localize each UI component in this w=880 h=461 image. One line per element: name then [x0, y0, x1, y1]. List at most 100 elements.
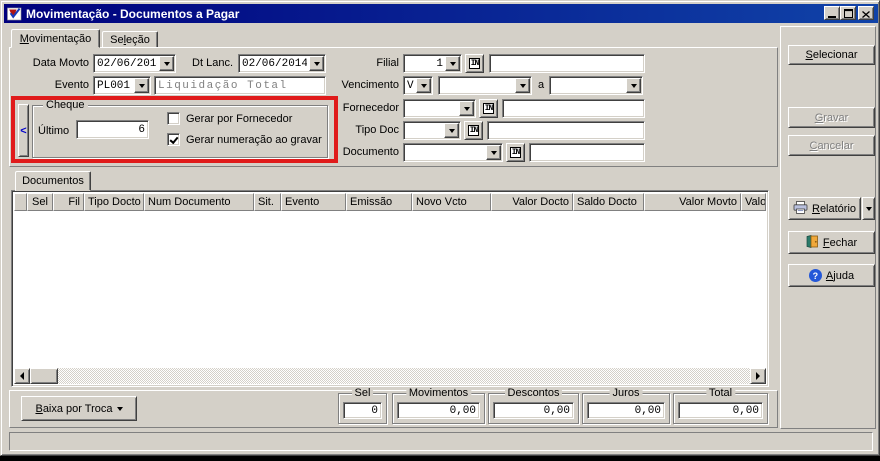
- vencimento-de-field[interactable]: [438, 76, 532, 95]
- title-bar[interactable]: Movimentação - Documentos a Pagar: [4, 4, 878, 23]
- dt-lanc-field[interactable]: [238, 54, 326, 73]
- grid-horizontal-scrollbar[interactable]: [14, 368, 766, 384]
- dt-lanc-dropdown-button[interactable]: [309, 56, 324, 71]
- maximize-button[interactable]: [840, 6, 856, 20]
- selecionar-button[interactable]: Selecionar: [788, 45, 875, 65]
- relatorio-button[interactable]: Relatório: [788, 197, 861, 220]
- vencimento-tipo-combo[interactable]: [403, 76, 433, 95]
- grid-col-sel[interactable]: Sel: [27, 193, 53, 211]
- relatorio-label: Relatório: [812, 203, 856, 215]
- documento-description-field[interactable]: [529, 143, 645, 162]
- lookup-icon: IN: [468, 125, 480, 136]
- grid-col-num-documento[interactable]: Num Documento: [144, 193, 254, 211]
- gerar-numeracao-checkbox[interactable]: [167, 133, 180, 146]
- documento-dropdown-button[interactable]: [486, 145, 501, 160]
- tipo-doc-combo[interactable]: [403, 121, 461, 140]
- filial-lookup-button[interactable]: IN: [465, 54, 484, 73]
- lookup-icon: IN: [483, 103, 495, 114]
- gravar-button[interactable]: Gravar: [788, 107, 875, 128]
- filial-dropdown-button[interactable]: [445, 56, 460, 71]
- data-movto-label: Data Movto: [19, 57, 89, 69]
- grid-col-novo-vcto[interactable]: Novo Vcto: [412, 193, 491, 211]
- scroll-right-button[interactable]: [750, 368, 766, 384]
- grid-col-sit[interactable]: Sit.: [254, 193, 281, 211]
- documento-combo[interactable]: [403, 143, 503, 162]
- grid-col-valor-movto[interactable]: Valor Movto: [644, 193, 741, 211]
- grid-col-evento[interactable]: Evento: [281, 193, 346, 211]
- lookup-icon: IN: [510, 147, 522, 158]
- relatorio-dropdown-button[interactable]: [862, 197, 875, 220]
- gerar-por-fornecedor-checkbox[interactable]: [167, 112, 180, 125]
- summary-total-value: 0,00: [678, 402, 763, 419]
- grid-col-tipo-docto[interactable]: Tipo Docto: [84, 193, 144, 211]
- maximize-icon: [844, 6, 853, 21]
- dt-lanc-label: Dt Lanc.: [179, 57, 233, 69]
- fechar-label: Fechar: [823, 237, 857, 249]
- summary-movimentos-value: 0,00: [397, 402, 480, 419]
- filial-description-field[interactable]: [489, 54, 645, 73]
- chevron-down-icon: [450, 62, 456, 66]
- vencimento-ate-dropdown-button[interactable]: [626, 78, 641, 93]
- app-icon[interactable]: [7, 7, 22, 21]
- baixa-por-troca-button[interactable]: Baixa por Troca: [21, 396, 137, 421]
- summary-total-group: Total 0,00: [673, 393, 768, 424]
- fornecedor-dropdown-button[interactable]: [459, 101, 474, 116]
- chevron-down-icon: [449, 129, 455, 133]
- chevron-down-icon: [520, 84, 526, 88]
- data-movto-field[interactable]: [93, 54, 176, 73]
- tab-selecao-label: Seleção: [110, 34, 150, 46]
- grid-col-saldo-docto[interactable]: Saldo Docto: [573, 193, 644, 211]
- chevron-down-icon: [164, 62, 170, 66]
- lookup-icon: IN: [469, 58, 481, 69]
- ultimo-cheque-field[interactable]: [76, 120, 149, 139]
- vencimento-label: Vencimento: [334, 79, 399, 91]
- data-movto-dropdown-button[interactable]: [159, 56, 174, 71]
- tab-movimentacao[interactable]: Movimentação: [11, 29, 100, 48]
- app-window: Movimentação - Documentos a Pagar Movime…: [0, 0, 880, 456]
- evento-description-field: [154, 76, 326, 95]
- tipo-doc-description-field[interactable]: [487, 121, 645, 140]
- ultimo-label: Último: [38, 125, 69, 137]
- grid-col-emissao[interactable]: Emissão: [346, 193, 412, 211]
- tab-selecao[interactable]: Seleção: [102, 31, 158, 48]
- chevron-left-icon: <: [20, 125, 26, 137]
- tab-documentos-label: Documentos: [22, 175, 84, 187]
- documento-lookup-button[interactable]: IN: [506, 143, 525, 162]
- cancelar-button[interactable]: Cancelar: [788, 135, 875, 156]
- chevron-down-icon: [464, 107, 470, 111]
- vencimento-a-label: a: [538, 79, 544, 91]
- fornecedor-combo[interactable]: [403, 99, 476, 118]
- evento-combo[interactable]: [93, 76, 151, 95]
- tipo-doc-dropdown-button[interactable]: [444, 123, 459, 138]
- cancelar-label: Cancelar: [809, 140, 853, 152]
- fechar-button[interactable]: Fechar: [788, 231, 875, 254]
- summary-descontos-value: 0,00: [493, 402, 574, 419]
- scroll-left-button[interactable]: [14, 368, 30, 384]
- documento-label: Documento: [331, 146, 399, 158]
- collapse-panel-button[interactable]: <: [18, 104, 29, 157]
- tipo-doc-lookup-button[interactable]: IN: [464, 121, 483, 140]
- vencimento-de-dropdown-button[interactable]: [515, 78, 530, 93]
- summary-juros-group: Juros 0,00: [582, 393, 670, 424]
- ajuda-button[interactable]: ? Ajuda: [788, 264, 875, 287]
- vencimento-ate-field[interactable]: [549, 76, 643, 95]
- vencimento-tipo-dropdown-button[interactable]: [416, 78, 431, 93]
- cheque-group-label: Cheque: [43, 99, 88, 111]
- tab-documentos[interactable]: Documentos: [15, 171, 91, 191]
- evento-dropdown-button[interactable]: [134, 78, 149, 93]
- grid-col-marker[interactable]: [14, 193, 27, 211]
- grid-col-fil[interactable]: Fil: [53, 193, 84, 211]
- chevron-down-icon: [491, 151, 497, 155]
- grid-col-valor[interactable]: Valor: [741, 193, 766, 211]
- fornecedor-description-field[interactable]: [502, 99, 645, 118]
- arrow-right-icon: [756, 372, 760, 380]
- close-button[interactable]: [858, 6, 874, 20]
- minimize-button[interactable]: [824, 6, 840, 20]
- summary-juros-value: 0,00: [587, 402, 665, 419]
- gerar-numeracao-label: Gerar numeração ao gravar: [186, 134, 322, 146]
- scrollbar-thumb[interactable]: [30, 368, 58, 384]
- filial-combo[interactable]: [403, 54, 462, 73]
- grid-col-valor-docto[interactable]: Valor Docto: [491, 193, 573, 211]
- chevron-down-icon: [117, 407, 123, 411]
- fornecedor-lookup-button[interactable]: IN: [479, 99, 498, 118]
